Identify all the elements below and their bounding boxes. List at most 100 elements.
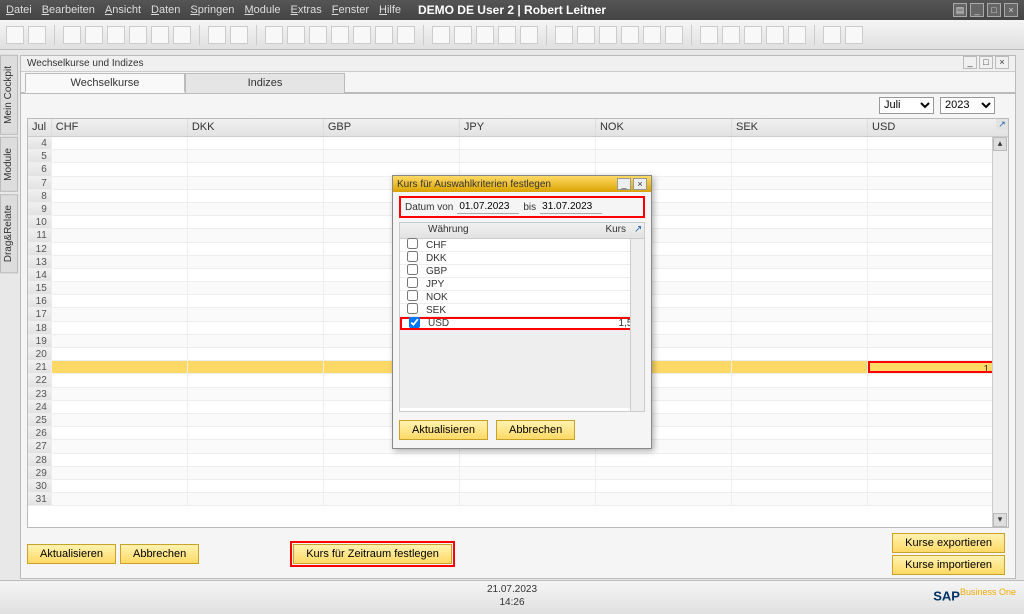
menu-fenster[interactable]: Fenster	[332, 4, 369, 16]
menu-daten[interactable]: Daten	[151, 4, 180, 16]
kurse-exportieren-button[interactable]: Kurse exportieren	[892, 533, 1005, 553]
menu-hilfe[interactable]: Hilfe	[379, 4, 401, 16]
toolbar-icon[interactable]	[6, 26, 24, 44]
currency-checkbox-chf[interactable]	[407, 238, 418, 249]
toolbar-icon[interactable]	[788, 26, 806, 44]
kurse-importieren-button[interactable]: Kurse importieren	[892, 555, 1005, 575]
toolbar-icon[interactable]	[85, 26, 103, 44]
panel-minimize-icon[interactable]: _	[963, 56, 977, 69]
close-icon[interactable]: ×	[1004, 3, 1018, 17]
grid-row[interactable]: 28	[28, 454, 1008, 467]
menu-bearbeiten[interactable]: Bearbeiten	[42, 4, 95, 16]
toolbar-icon[interactable]	[700, 26, 718, 44]
sidetab-module[interactable]: Module	[0, 137, 18, 192]
dialog-arrow-icon[interactable]: ↗	[630, 223, 644, 238]
scroll-up-icon[interactable]: ▴	[993, 137, 1007, 151]
grid-row[interactable]: 31	[28, 493, 1008, 506]
toolbar-icon[interactable]	[129, 26, 147, 44]
dialog-close-icon[interactable]: ×	[633, 178, 647, 190]
tab-indizes[interactable]: Indizes	[185, 73, 345, 93]
menu-springen[interactable]: Springen	[190, 4, 234, 16]
toolbar-icon[interactable]	[173, 26, 191, 44]
dialog-aktualisieren-button[interactable]: Aktualisieren	[399, 420, 488, 440]
toolbar-icon[interactable]	[230, 26, 248, 44]
toolbar-icon[interactable]	[432, 26, 450, 44]
grid-col-usd[interactable]: USD	[868, 119, 1008, 136]
toolbar-icon[interactable]	[265, 26, 283, 44]
panel-close-icon[interactable]: ×	[995, 56, 1009, 69]
grid-row[interactable]: 4	[28, 137, 1008, 150]
vertical-scrollbar[interactable]: ▴ ▾	[992, 137, 1008, 527]
date-from-input[interactable]	[457, 200, 519, 214]
tab-wechselkurse[interactable]: Wechselkurse	[25, 73, 185, 93]
usd-rate-cell[interactable]: 1,55	[868, 361, 1008, 373]
toolbar-icon[interactable]	[353, 26, 371, 44]
grid-col-chf[interactable]: CHF	[52, 119, 188, 136]
currency-row-jpy: JPY	[400, 278, 644, 291]
toolbar-icon[interactable]	[107, 26, 125, 44]
dialog-scrollbar[interactable]	[630, 239, 644, 411]
currency-checkbox-jpy[interactable]	[407, 277, 418, 288]
grid-col-sek[interactable]: SEK	[732, 119, 868, 136]
toolbar-icon[interactable]	[845, 26, 863, 44]
minimize-icon[interactable]: _	[970, 3, 984, 17]
toolbar-icon[interactable]	[665, 26, 683, 44]
grid-col-gbp[interactable]: GBP	[324, 119, 460, 136]
toolbar-icon[interactable]	[208, 26, 226, 44]
toolbar-icon[interactable]	[823, 26, 841, 44]
menubar: Datei Bearbeiten Ansicht Daten Springen Modul…	[0, 0, 1024, 20]
grid-col-jpy[interactable]: JPY	[460, 119, 596, 136]
scroll-down-icon[interactable]: ▾	[993, 513, 1007, 527]
dialog-minimize-icon[interactable]: _	[617, 178, 631, 190]
month-select[interactable]: Juli	[879, 97, 934, 114]
toolbar-icon[interactable]	[577, 26, 595, 44]
grid-row[interactable]: 30	[28, 480, 1008, 493]
maximize-icon[interactable]: □	[987, 3, 1001, 17]
menu-datei[interactable]: Datei	[6, 4, 32, 16]
toolbar-icon[interactable]	[555, 26, 573, 44]
menu-ansicht[interactable]: Ansicht	[105, 4, 141, 16]
toolbar-icon[interactable]	[744, 26, 762, 44]
sidetab-meincockpit[interactable]: Mein Cockpit	[0, 55, 18, 135]
toolbar-icon[interactable]	[151, 26, 169, 44]
grid-row[interactable]: 29	[28, 467, 1008, 480]
grid-col-dkk[interactable]: DKK	[188, 119, 324, 136]
toolbar-icon[interactable]	[476, 26, 494, 44]
toolbar-icon[interactable]	[621, 26, 639, 44]
kurs-zeitraum-button[interactable]: Kurs für Zeitraum festlegen	[293, 544, 452, 564]
dialog-abbrechen-button[interactable]: Abbrechen	[496, 420, 575, 440]
toolbar-icon[interactable]	[287, 26, 305, 44]
win-btn1-icon[interactable]: ▤	[953, 3, 967, 17]
currency-checkbox-usd[interactable]	[409, 317, 420, 328]
toolbar-icon[interactable]	[520, 26, 538, 44]
status-bar: 21.07.2023 14:26 SAPBusiness One	[0, 580, 1024, 614]
sidetab-dragrelate[interactable]: Drag&Relate	[0, 194, 18, 273]
grid-arrow-icon[interactable]: ↗	[996, 119, 1008, 130]
toolbar-icon[interactable]	[63, 26, 81, 44]
toolbar-icon[interactable]	[498, 26, 516, 44]
toolbar-icon[interactable]	[722, 26, 740, 44]
currency-checkbox-sek[interactable]	[407, 303, 418, 314]
currency-checkbox-dkk[interactable]	[407, 251, 418, 262]
menu-extras[interactable]: Extras	[291, 4, 322, 16]
panel-maximize-icon[interactable]: □	[979, 56, 993, 69]
menu-module[interactable]: Module	[244, 4, 280, 16]
grid-col-nok[interactable]: NOK	[596, 119, 732, 136]
toolbar-icon[interactable]	[28, 26, 46, 44]
toolbar-icon[interactable]	[643, 26, 661, 44]
toolbar-icon[interactable]	[309, 26, 327, 44]
year-select[interactable]: 2023	[940, 97, 995, 114]
dialog-titlebar[interactable]: Kurs für Auswahlkriterien festlegen _ ×	[393, 176, 651, 192]
currency-checkbox-gbp[interactable]	[407, 264, 418, 275]
date-to-input[interactable]	[540, 200, 602, 214]
toolbar-icon[interactable]	[331, 26, 349, 44]
toolbar-icon[interactable]	[375, 26, 393, 44]
aktualisieren-button[interactable]: Aktualisieren	[27, 544, 116, 564]
toolbar-icon[interactable]	[454, 26, 472, 44]
currency-checkbox-nok[interactable]	[407, 290, 418, 301]
toolbar-icon[interactable]	[766, 26, 784, 44]
toolbar-icon[interactable]	[599, 26, 617, 44]
toolbar-icon[interactable]	[397, 26, 415, 44]
abbrechen-button[interactable]: Abbrechen	[120, 544, 199, 564]
grid-row[interactable]: 5	[28, 150, 1008, 163]
